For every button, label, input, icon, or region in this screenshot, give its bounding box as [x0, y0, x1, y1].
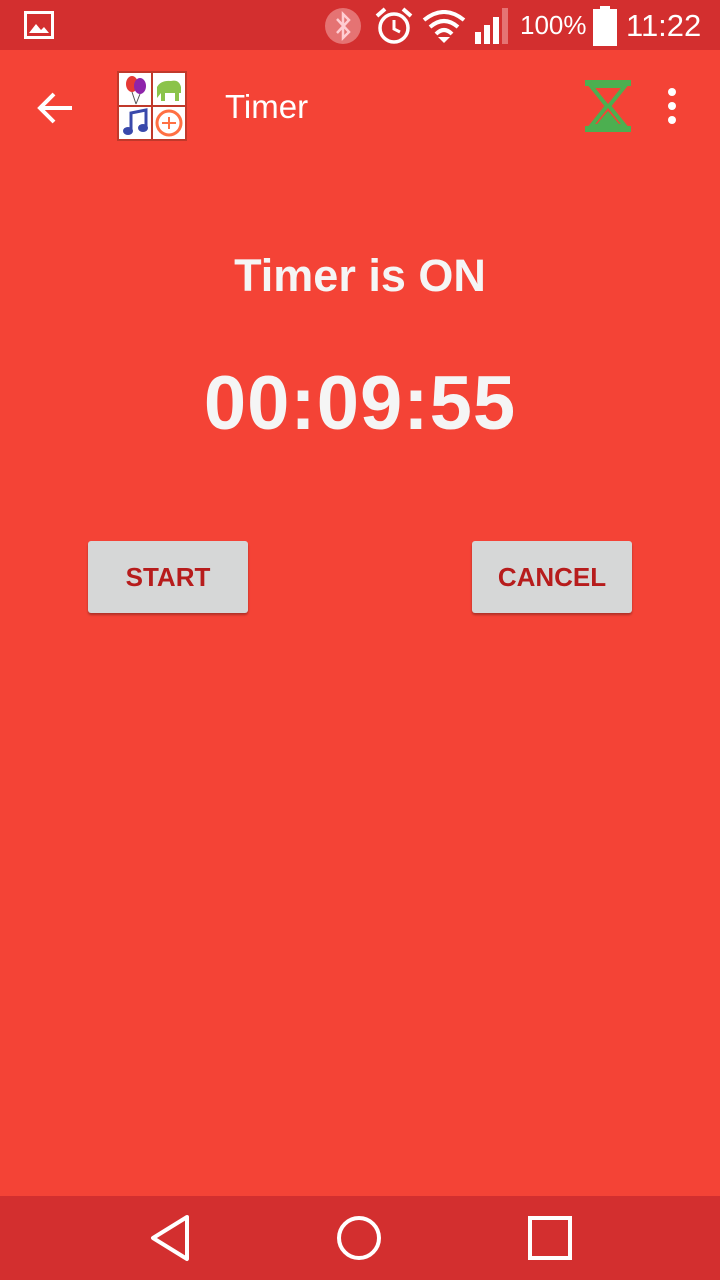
gallery-icon: [24, 11, 54, 39]
navigation-bar: [0, 1196, 720, 1280]
status-bar: 100% 11:22: [0, 0, 720, 50]
battery-icon: [593, 6, 617, 46]
app-logo-graphic: [119, 73, 185, 139]
hourglass-icon[interactable]: [583, 78, 633, 134]
alarm-icon: [375, 7, 413, 44]
countdown-display: 00:09:55: [203, 361, 517, 446]
wifi-icon: [422, 10, 466, 43]
app-bar: Timer: [0, 50, 720, 162]
signal-icon: [475, 8, 508, 44]
overflow-menu-icon[interactable]: [656, 84, 688, 128]
bluetooth-icon: [325, 8, 361, 44]
nav-recents-icon[interactable]: [524, 1212, 576, 1264]
nav-back-icon[interactable]: [145, 1212, 197, 1264]
app-logo: [117, 71, 187, 141]
timer-status-text: Timer is ON: [234, 250, 486, 301]
back-arrow-icon[interactable]: [30, 82, 82, 134]
status-clock: 11:22: [626, 8, 702, 43]
nav-home-icon[interactable]: [333, 1212, 385, 1264]
battery-percent: 100%: [520, 10, 587, 40]
start-button[interactable]: START: [88, 541, 248, 613]
cancel-button[interactable]: CANCEL: [472, 541, 632, 613]
app-title: Timer: [225, 88, 309, 125]
